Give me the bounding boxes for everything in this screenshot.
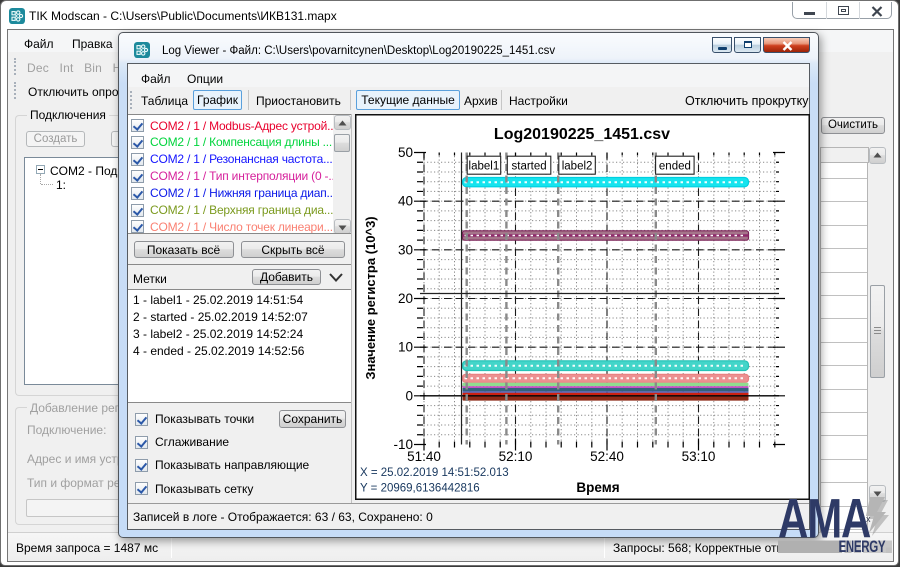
- svg-text:50: 50: [398, 145, 413, 160]
- svg-text:53:10: 53:10: [682, 449, 716, 464]
- svg-text:10: 10: [398, 340, 413, 355]
- svg-text:Время: Время: [576, 480, 619, 495]
- svg-text:0: 0: [405, 388, 413, 403]
- svg-text:51:40: 51:40: [407, 449, 441, 464]
- svg-text:Y = 20969,6136442816: Y = 20969,6136442816: [360, 483, 480, 495]
- svg-text:Значение регистра (10^3): Значение регистра (10^3): [363, 216, 378, 379]
- svg-text:52:40: 52:40: [590, 449, 624, 464]
- svg-text:ended: ended: [659, 161, 691, 173]
- svg-text:ENERGY: ENERGY: [839, 538, 886, 557]
- svg-text:X = 25.02.2019 14:51:52.013: X = 25.02.2019 14:51:52.013: [360, 467, 509, 479]
- svg-text:label1: label1: [469, 161, 500, 173]
- svg-text:30: 30: [398, 242, 413, 257]
- svg-text:started: started: [512, 161, 547, 173]
- svg-text:40: 40: [398, 194, 413, 209]
- svg-text:Log20190225_1451.csv: Log20190225_1451.csv: [494, 126, 670, 143]
- svg-text:52:10: 52:10: [499, 449, 533, 464]
- svg-text:x: x: [866, 514, 871, 524]
- svg-text:label2: label2: [562, 161, 593, 173]
- svg-text:20: 20: [398, 291, 413, 306]
